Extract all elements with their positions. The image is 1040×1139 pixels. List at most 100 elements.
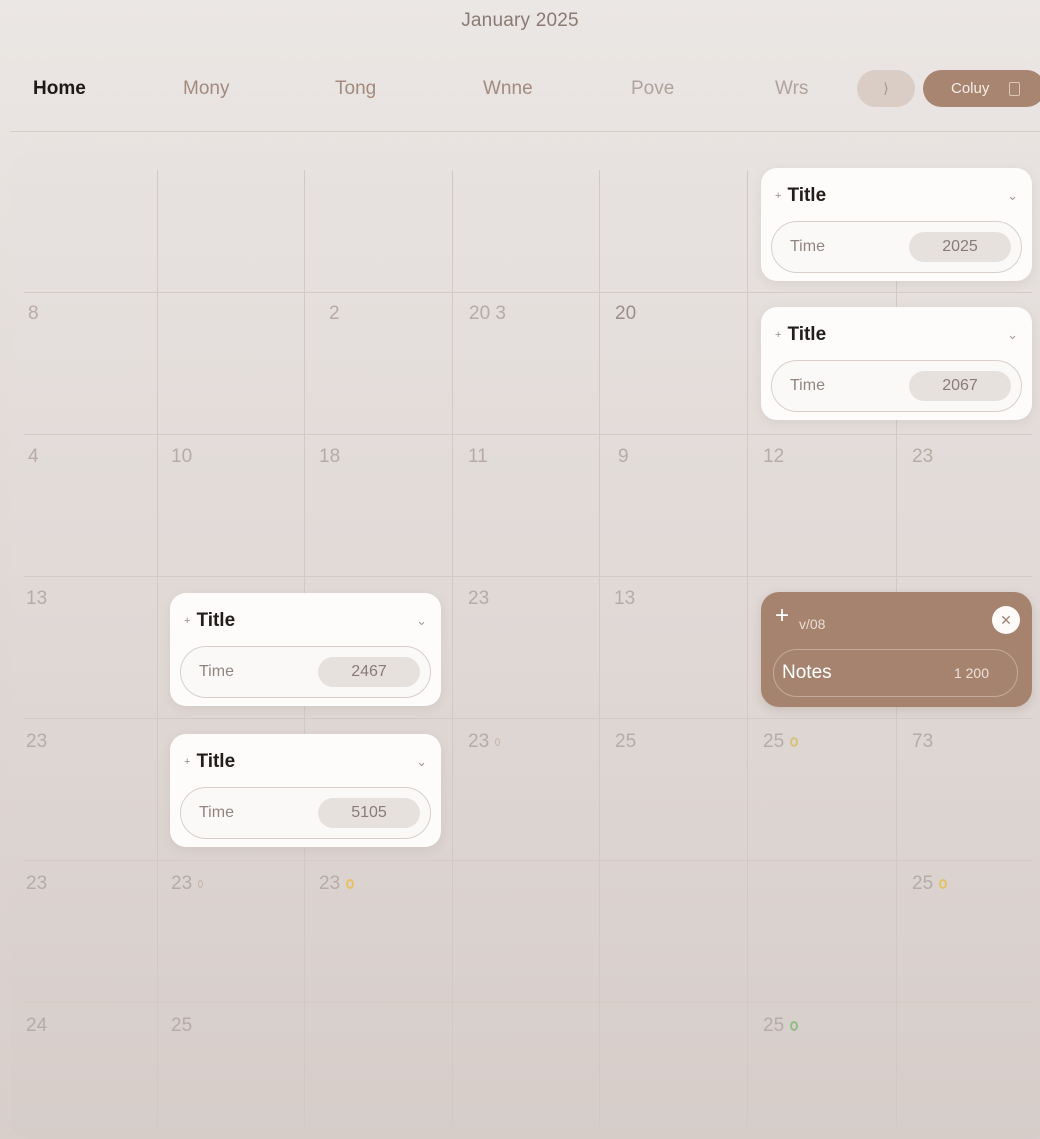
nav-home[interactable]: Home xyxy=(33,78,86,100)
event-card[interactable]: + Title ⌄ Time 5105 xyxy=(170,734,441,847)
day-cell[interactable]: 9 xyxy=(618,446,629,468)
grid-line xyxy=(24,576,1032,577)
grid-line xyxy=(24,434,1032,435)
time-field[interactable]: Time 2025 xyxy=(771,221,1022,273)
time-value: 2067 xyxy=(909,371,1011,401)
day-cell[interactable]: 24 xyxy=(26,1015,47,1037)
time-label: Time xyxy=(199,663,234,680)
day-cell[interactable]: 20 3 xyxy=(469,303,506,325)
nav-tong[interactable]: Tong xyxy=(335,78,376,100)
day-cell[interactable]: 11 xyxy=(468,446,488,468)
grid-line xyxy=(599,170,600,1130)
event-dot xyxy=(346,879,355,889)
square-icon xyxy=(1009,81,1021,96)
month-title: January 2025 xyxy=(461,10,579,31)
notes-field[interactable]: Notes 1 200 xyxy=(773,649,1018,697)
card-title: Title xyxy=(787,324,827,345)
day-cell[interactable]: 25 xyxy=(763,731,799,753)
close-icon[interactable]: ✕ xyxy=(992,606,1020,634)
day-cell[interactable]: 12 xyxy=(763,446,784,468)
next-pill-button[interactable]: ⟩ xyxy=(857,70,915,107)
top-nav: Home Mony Tong Wnne Pove Wrs ⟩ Coluy xyxy=(0,62,1040,116)
plus-icon: + xyxy=(775,190,782,202)
day-cell[interactable]: 25 xyxy=(171,1015,192,1037)
grid-line xyxy=(24,860,1032,861)
event-dot xyxy=(198,880,204,888)
card-header: + Title ⌄ xyxy=(775,184,1018,208)
plus-icon: + xyxy=(775,329,782,341)
notes-value: 1 200 xyxy=(953,665,989,681)
plus-icon[interactable]: + xyxy=(775,602,789,630)
grid-line xyxy=(24,718,1032,719)
day-number: 25 xyxy=(912,873,934,894)
grid-line xyxy=(24,1002,1032,1003)
chevron-down-icon[interactable]: ⌄ xyxy=(1007,188,1018,204)
day-number: 25 xyxy=(763,731,785,752)
day-cell[interactable]: 23 xyxy=(26,873,47,895)
card-header: + Title ⌄ xyxy=(184,609,427,633)
day-cell[interactable]: 23 xyxy=(26,731,47,753)
day-cell[interactable]: 4 xyxy=(28,446,39,468)
day-cell[interactable]: 23 xyxy=(468,588,489,610)
day-cell[interactable]: 8 xyxy=(28,303,39,325)
grid-line xyxy=(24,292,1032,293)
grid-line xyxy=(747,170,748,1130)
grid-line xyxy=(452,170,453,1130)
notes-label: Notes xyxy=(782,662,832,683)
event-card[interactable]: + Title ⌄ Time 2467 xyxy=(170,593,441,706)
chevron-right-icon: ⟩ xyxy=(883,80,889,96)
nav-wrs[interactable]: Wrs xyxy=(775,78,808,100)
day-cell[interactable]: 13 xyxy=(26,588,47,610)
day-cell[interactable]: 73 xyxy=(912,731,933,753)
day-cell[interactable]: 18 xyxy=(319,446,340,468)
day-cell[interactable]: 25 xyxy=(615,731,636,753)
day-number: 23 xyxy=(171,873,193,894)
time-field[interactable]: Time 2067 xyxy=(771,360,1022,412)
header-divider xyxy=(10,131,1040,132)
event-dot xyxy=(790,737,799,747)
event-dot xyxy=(495,738,501,746)
nav-wnne[interactable]: Wnne xyxy=(483,78,533,100)
day-cell[interactable]: 10 xyxy=(171,446,192,468)
accent-pill-label: Coluy xyxy=(951,80,990,97)
day-cell[interactable]: 13 xyxy=(614,588,635,610)
accent-pill-button[interactable]: Coluy xyxy=(923,70,1040,107)
time-value: 2025 xyxy=(909,232,1011,262)
grid-line xyxy=(157,170,158,1130)
card-header: + Title ⌄ xyxy=(775,323,1018,347)
chevron-down-icon[interactable]: ⌄ xyxy=(1007,327,1018,343)
day-cell[interactable]: 25 xyxy=(763,1015,799,1037)
note-subtitle: v/08 xyxy=(799,616,826,632)
event-dot xyxy=(939,879,948,889)
day-number: 25 xyxy=(763,1015,785,1036)
time-value: 5105 xyxy=(318,798,420,828)
nav-pove[interactable]: Pove xyxy=(631,78,674,100)
event-dot xyxy=(790,1021,799,1031)
day-cell[interactable]: 23 xyxy=(912,446,933,468)
day-cell[interactable]: 23 xyxy=(171,873,204,895)
time-label: Time xyxy=(199,804,234,821)
chevron-down-icon[interactable]: ⌄ xyxy=(416,613,427,629)
card-title: Title xyxy=(787,185,827,206)
note-card[interactable]: + v/08 ✕ Notes 1 200 xyxy=(761,592,1032,707)
day-cell[interactable]: 2 xyxy=(329,303,340,325)
event-card[interactable]: + Title ⌄ Time 2067 xyxy=(761,307,1032,420)
card-header: + Title ⌄ xyxy=(184,750,427,774)
card-title: Title xyxy=(196,751,236,772)
day-number: 23 xyxy=(468,731,490,752)
time-label: Time xyxy=(790,238,825,255)
time-field[interactable]: Time 5105 xyxy=(180,787,431,839)
plus-icon: + xyxy=(184,615,191,627)
day-cell[interactable]: 20 xyxy=(615,303,636,325)
time-label: Time xyxy=(790,377,825,394)
day-number: 23 xyxy=(319,873,341,894)
day-cell[interactable]: 23 xyxy=(319,873,355,895)
event-card[interactable]: + Title ⌄ Time 2025 xyxy=(761,168,1032,281)
plus-icon: + xyxy=(184,756,191,768)
nav-mony[interactable]: Mony xyxy=(183,78,229,100)
day-cell[interactable]: 25 xyxy=(912,873,948,895)
time-value: 2467 xyxy=(318,657,420,687)
chevron-down-icon[interactable]: ⌄ xyxy=(416,754,427,770)
day-cell[interactable]: 23 xyxy=(468,731,501,753)
time-field[interactable]: Time 2467 xyxy=(180,646,431,698)
